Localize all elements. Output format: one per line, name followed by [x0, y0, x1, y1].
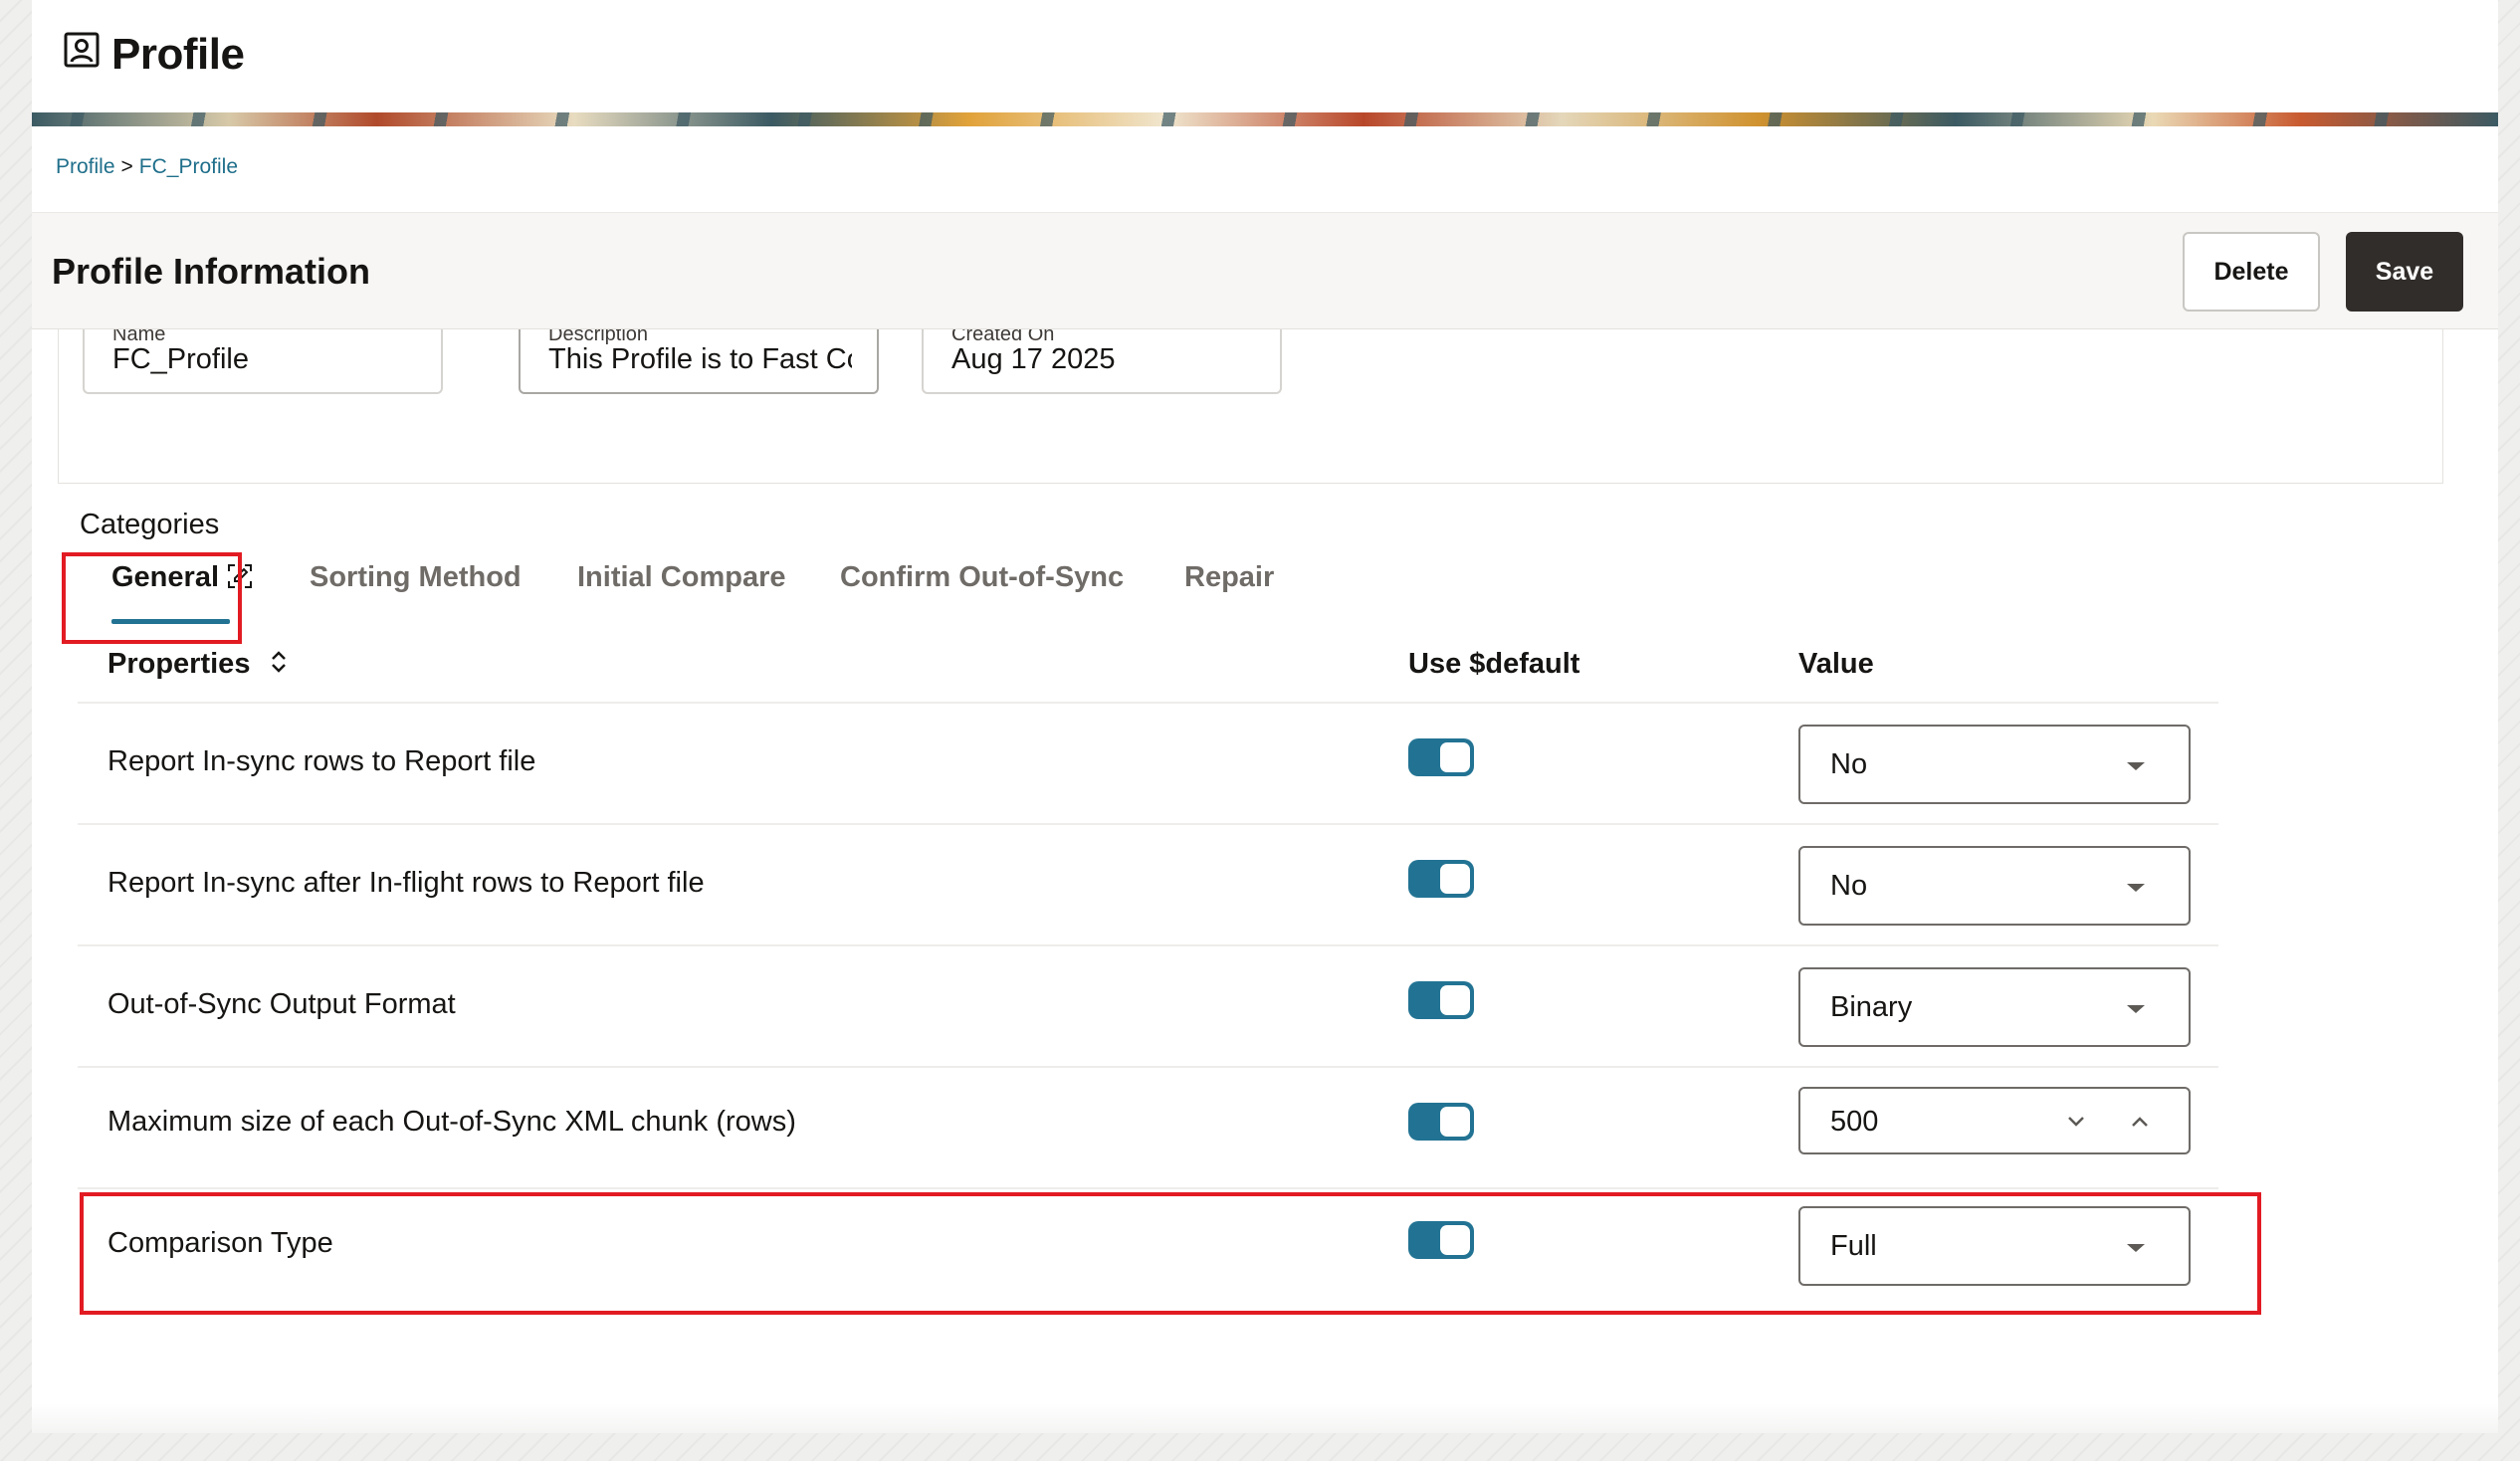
property-label: Maximum size of each Out-of-Sync XML chu…: [107, 1106, 796, 1138]
property-label: Report In-sync after In-flight rows to R…: [107, 867, 705, 899]
tab-sorting-method[interactable]: Sorting Method: [310, 561, 522, 594]
profile-icon: [64, 32, 100, 68]
table-row: Maximum size of each Out-of-Sync XML chu…: [78, 1066, 2218, 1187]
use-default-column-header: Use $default: [1408, 648, 1580, 680]
breadcrumb: Profile > FC_Profile: [56, 155, 238, 179]
caret-down-icon: [2127, 762, 2145, 770]
created-on-field-value: Aug 17 2025: [951, 343, 1116, 375]
caret-down-icon: [2127, 884, 2145, 892]
value-select[interactable]: No: [1798, 846, 2191, 926]
toggle-knob: [1440, 985, 1470, 1015]
page-title: Profile: [111, 30, 245, 79]
toggle-knob: [1440, 864, 1470, 894]
section-title: Profile Information: [52, 251, 371, 292]
toggle-knob: [1440, 1107, 1470, 1137]
property-label: Out-of-Sync Output Format: [107, 988, 456, 1020]
tab-repair[interactable]: Repair: [1184, 561, 1274, 594]
sort-icon[interactable]: [268, 648, 290, 676]
chunk-size-stepper[interactable]: 500: [1798, 1087, 2191, 1154]
stepper-value[interactable]: 500: [1830, 1106, 1878, 1139]
tab-initial-compare[interactable]: Initial Compare: [577, 561, 786, 594]
caret-down-icon: [2127, 1005, 2145, 1013]
created-on-field: Created On Aug 17 2025: [922, 329, 1282, 394]
general-tab-highlight: [62, 552, 242, 644]
categories-label: Categories: [80, 509, 220, 540]
profile-fields-panel: Name FC_Profile Description This Profile…: [58, 329, 2443, 484]
use-default-toggle[interactable]: [1408, 981, 1474, 1019]
decorative-banner: [32, 112, 2498, 126]
table-row: Report In-sync after In-flight rows to R…: [78, 823, 2218, 944]
breadcrumb-separator: >: [120, 155, 133, 178]
select-value: No: [1830, 748, 1868, 780]
value-select[interactable]: Binary: [1798, 967, 2191, 1047]
value-select[interactable]: No: [1798, 725, 2191, 804]
table-row: Out-of-Sync Output Format Binary: [78, 944, 2218, 1066]
use-default-toggle[interactable]: [1408, 1103, 1474, 1141]
delete-button[interactable]: Delete: [2183, 232, 2320, 312]
save-button[interactable]: Save: [2346, 232, 2463, 312]
use-default-toggle[interactable]: [1408, 738, 1474, 776]
name-field-value[interactable]: FC_Profile: [112, 343, 416, 376]
use-default-toggle[interactable]: [1408, 860, 1474, 898]
increment-chevron-up-icon[interactable]: [2125, 1107, 2155, 1137]
description-field-value[interactable]: This Profile is to Fast Compare: [548, 343, 852, 376]
table-row: Report In-sync rows to Report file No: [78, 702, 2218, 823]
value-column-header: Value: [1798, 648, 1874, 680]
toggle-knob: [1440, 742, 1470, 772]
profile-page: Profile Profile > FC_Profile Profile Infor…: [32, 0, 2498, 1433]
tab-confirm-out-of-sync[interactable]: Confirm Out-of-Sync: [840, 561, 1124, 594]
breadcrumb-root-link[interactable]: Profile: [56, 155, 115, 178]
comparison-type-row-highlight: [80, 1192, 2261, 1315]
profile-info-header: Profile Information Delete Save: [32, 212, 2498, 329]
select-value: Binary: [1830, 991, 1913, 1023]
properties-column-header[interactable]: Properties: [107, 648, 290, 681]
bottom-fade: [32, 1403, 2498, 1433]
page-header: Profile: [32, 0, 2498, 112]
scroll-content: Name FC_Profile Description This Profile…: [32, 329, 2480, 1433]
breadcrumb-current-link[interactable]: FC_Profile: [139, 155, 238, 178]
name-field[interactable]: Name FC_Profile: [83, 329, 443, 394]
select-value: No: [1830, 870, 1868, 902]
property-label: Report In-sync rows to Report file: [107, 745, 536, 777]
properties-header-label: Properties: [107, 648, 251, 680]
description-field[interactable]: Description This Profile is to Fast Comp…: [519, 329, 879, 394]
decrement-chevron-down-icon[interactable]: [2061, 1107, 2091, 1137]
